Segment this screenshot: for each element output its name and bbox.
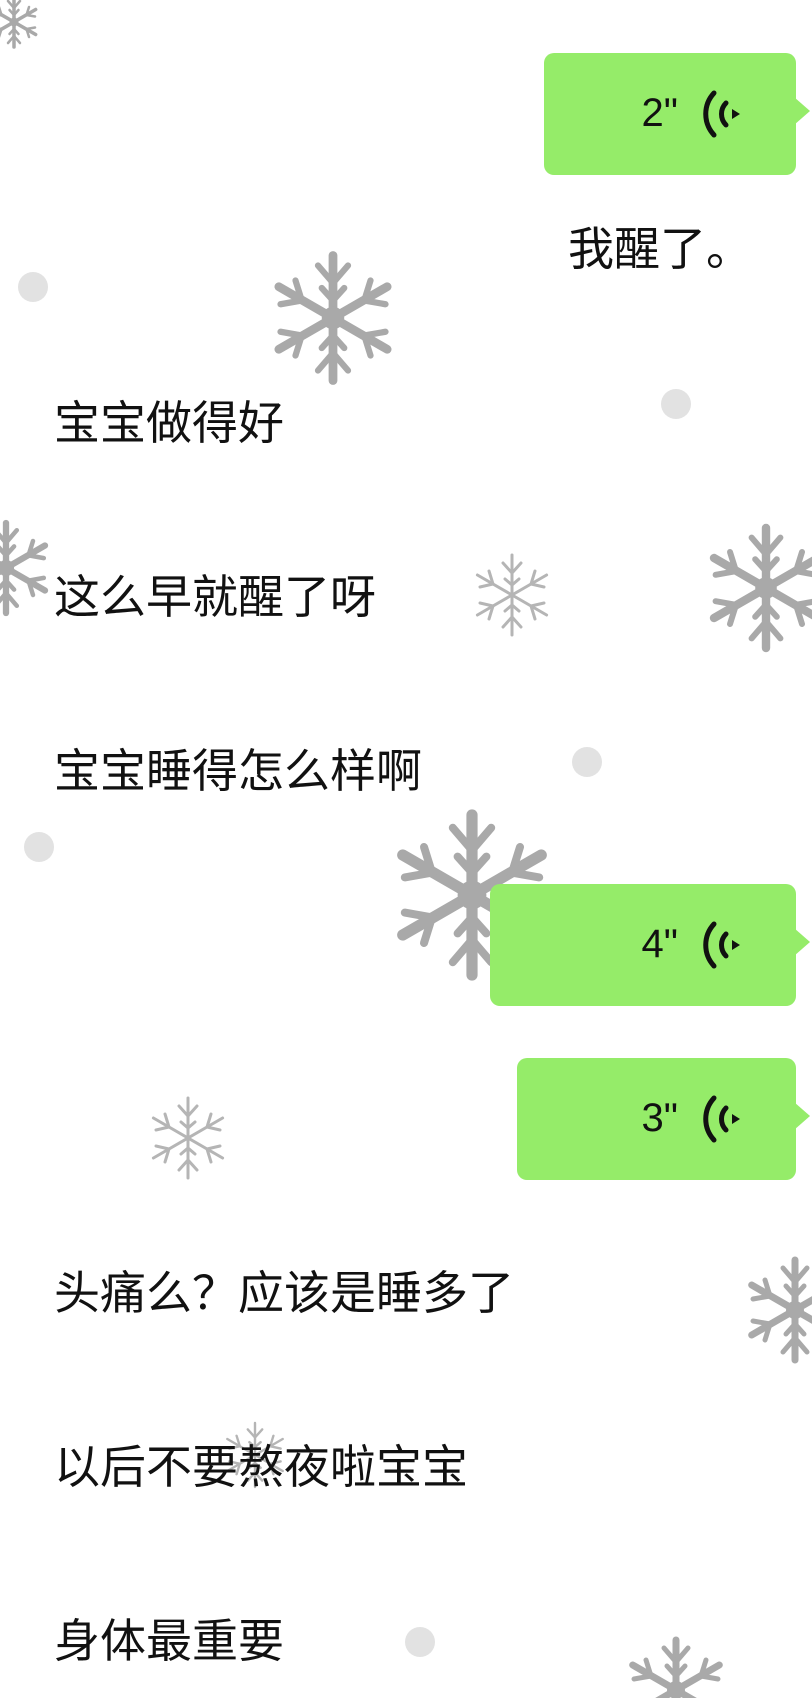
chat-message-text: 宝宝睡得怎么样啊 — [54, 744, 422, 798]
voice-message-bubble[interactable]: 3" — [517, 1058, 810, 1180]
snowflake-icon — [0, 0, 38, 49]
voice-wave-icon — [703, 90, 740, 138]
voice-duration: 2" — [641, 91, 678, 135]
bubble-tail — [794, 1102, 810, 1130]
voice-duration: 3" — [641, 1096, 678, 1140]
voice-wave-icon — [703, 1095, 740, 1143]
snowflake-icon — [475, 553, 549, 637]
snowflake-icon — [0, 523, 45, 613]
snowflake-icon — [633, 1640, 720, 1698]
voice-wave-icon — [703, 921, 740, 969]
chat-message-text: 身体最重要 — [54, 1614, 284, 1668]
voice-duration: 4" — [641, 922, 678, 966]
voice-message-bubble[interactable]: 4" — [490, 884, 810, 1006]
chat-message-text: 头痛么？应该是睡多了 — [54, 1266, 514, 1320]
chat-message-text: 这么早就醒了呀 — [54, 570, 376, 624]
snowflake-icon — [752, 1260, 812, 1360]
snowflake-icon — [151, 1096, 225, 1180]
bubble-tail — [794, 928, 810, 956]
chat-message-text: 宝宝做得好 — [54, 396, 284, 450]
bubble-tail — [794, 97, 810, 125]
chat-message-text: 以后不要熬夜啦宝宝 — [54, 1440, 468, 1494]
snowflake-icon — [714, 528, 812, 648]
chat-message-text: 我醒了。 — [568, 222, 752, 276]
chat-background: 2" 我醒了。 宝宝做得好 这么早就醒了呀 宝宝睡得怎么样啊 4" 3" 头痛么… — [0, 0, 812, 1698]
voice-message-bubble[interactable]: 2" — [544, 53, 810, 175]
snowflake-icon — [279, 256, 387, 381]
